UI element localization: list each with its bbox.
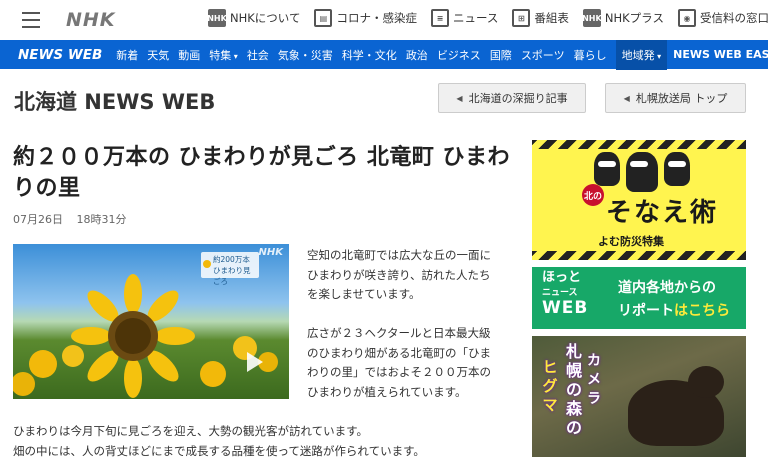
article-paragraph: ひまわりは今月下旬に見ごろを迎え、大勢の観光客が訪れています。	[13, 424, 369, 438]
nav-item-sports[interactable]: スポーツ	[521, 47, 565, 63]
nhk-badge-icon: NHK	[207, 9, 227, 27]
hazard-stripe	[532, 251, 746, 260]
ninja-icon	[594, 152, 620, 186]
nav-item-disaster[interactable]: 気象・災害	[278, 47, 333, 63]
triangle-left-icon: ◀	[456, 93, 463, 103]
banner-text: WEB	[542, 298, 589, 318]
banner-vertical-text: カメラ	[587, 353, 601, 407]
bear-icon	[628, 366, 724, 446]
banner-vertical-text: 札幌の森の	[565, 342, 582, 437]
top-link-label: NHKプラス	[604, 11, 664, 25]
button-label: 札幌放送局 トップ	[635, 92, 728, 105]
nhk-plus-icon: NHK	[582, 9, 602, 27]
article-body-side: 空知の北竜町では広大な丘の一面にひまわりが咲き誇り、訪れた人たちを楽しませていま…	[307, 246, 502, 422]
triangle-left-icon: ◀	[623, 93, 630, 103]
camera-icon: ◉	[677, 9, 696, 27]
nav-item-video[interactable]: 動画	[178, 47, 200, 63]
hokkaido-deep-dive-button[interactable]: ◀ 北海道の深掘り記事	[438, 83, 586, 113]
banner-subtitle: よむ防災特集	[598, 235, 664, 248]
photo-caption: 約200万本 ひまわり見ごろ	[201, 252, 259, 286]
nav-item-international[interactable]: 国際	[490, 47, 512, 63]
banner-text: リポートはこちら	[618, 300, 730, 320]
play-icon[interactable]	[247, 352, 263, 372]
sonae-jutsu-banner[interactable]: 北の そなえ術 よむ防災特集	[532, 140, 746, 260]
article-paragraph: 広さが２３ヘクタールと日本最大級のひまわり畑がある北竜町の「ひまわりの里」ではお…	[307, 326, 491, 399]
nhk-watermark: NHK	[258, 247, 284, 258]
article-dateline: 07月26日 18時31分	[13, 211, 137, 227]
article-time: 18時31分	[76, 213, 127, 226]
article-headline: 約２００万本の ひまわりが見ごろ 北竜町 ひまわりの里	[13, 145, 510, 201]
nav-item-politics[interactable]: 政治	[406, 47, 428, 63]
top-bar: NHK NHK NHKについて ▤ コロナ・感染症 ≡ ニュース ⊞ 番組表 N…	[0, 0, 768, 40]
article-paragraph: 空知の北竜町では広大な丘の一面にひまわりが咲き誇り、訪れた人たちを楽しませていま…	[307, 248, 491, 301]
top-link-label: NHKについて	[230, 11, 301, 25]
nav-item-society[interactable]: 社会	[247, 47, 269, 63]
article-paragraph: 畑の中には、人の背丈ほどにまで成長する品種を使って迷路が作られています。	[13, 443, 425, 458]
top-link-nhkplus[interactable]: NHK NHKプラス	[582, 9, 664, 27]
top-links: NHK NHKについて ▤ コロナ・感染症 ≡ ニュース ⊞ 番組表 NHK N…	[207, 9, 768, 27]
banner-vertical-text: ヒグマ	[542, 358, 558, 414]
nav-item-science[interactable]: 科学・文化	[342, 47, 397, 63]
photo-caption-line: 約200万本	[213, 255, 250, 264]
nav-item-latest[interactable]: 新着	[116, 47, 138, 63]
banner-text: 道内各地からの	[618, 280, 716, 296]
bulletin-icon: ▤	[314, 9, 333, 27]
hotto-news-web-banner[interactable]: ほっと ニュース WEB 道内各地からの リポートはこちら	[532, 267, 746, 329]
hazard-stripe	[532, 140, 746, 149]
article-date: 07月26日	[13, 213, 63, 226]
page-title: 北海道 NEWS WEB	[14, 90, 216, 114]
hamburger-menu-icon[interactable]	[22, 12, 40, 28]
nav-item-living[interactable]: 暮らし	[574, 47, 607, 63]
ninja-icon	[626, 152, 658, 192]
top-link-schedule[interactable]: ⊞ 番組表	[512, 9, 569, 27]
news-web-logo[interactable]: NEWS WEB	[18, 47, 102, 63]
banner-text: ほっと	[542, 270, 582, 285]
top-link-label: 受信料の窓口	[699, 11, 768, 25]
top-link-fee[interactable]: ◉ 受信料の窓口	[677, 9, 768, 27]
banner-text: ニュース	[542, 288, 578, 298]
article-video-thumbnail[interactable]: NHK 約200万本 ひまわり見ごろ	[13, 244, 289, 399]
sapporo-bear-camera-banner[interactable]: 札幌の森の ヒグマ カメラ	[532, 336, 746, 457]
button-label: 北海道の深掘り記事	[468, 92, 568, 105]
top-link-corona[interactable]: ▤ コロナ・感染症	[314, 9, 417, 27]
top-link-news[interactable]: ≡ ニュース	[430, 9, 499, 27]
nav-item-easy[interactable]: NEWS WEB EASY	[673, 48, 768, 61]
top-link-label: ニュース	[452, 11, 499, 25]
top-link-label: コロナ・感染症	[336, 11, 417, 25]
ninja-icon	[664, 152, 690, 186]
newspaper-icon: ≡	[430, 9, 449, 27]
nav-item-weather[interactable]: 天気	[147, 47, 169, 63]
nhk-logo[interactable]: NHK	[66, 9, 116, 31]
nav-item-region[interactable]: 地域発	[615, 39, 668, 70]
banner-title: そなえ術	[606, 198, 719, 228]
top-link-about[interactable]: NHK NHKについて	[207, 9, 301, 27]
photo-caption-line: ひまわり見ごろ	[213, 266, 251, 286]
nav-item-business[interactable]: ビジネス	[437, 47, 481, 63]
sapporo-station-top-button[interactable]: ◀ 札幌放送局 トップ	[605, 83, 746, 113]
grid-icon: ⊞	[512, 9, 531, 27]
main-nav: NEWS WEB 新着 天気 動画 特集 社会 気象・災害 科学・文化 政治 ビ…	[0, 39, 768, 70]
top-link-label: 番組表	[534, 11, 569, 25]
banner-badge: 北の	[582, 184, 604, 206]
banner-text-highlight: はこちら	[674, 303, 730, 319]
nav-item-features[interactable]: 特集	[209, 47, 238, 63]
banner-text: リポート	[618, 303, 674, 319]
article-body-full: ひまわりは今月下旬に見ごろを迎え、大勢の観光客が訪れています。 畑の中には、人の…	[13, 422, 503, 461]
